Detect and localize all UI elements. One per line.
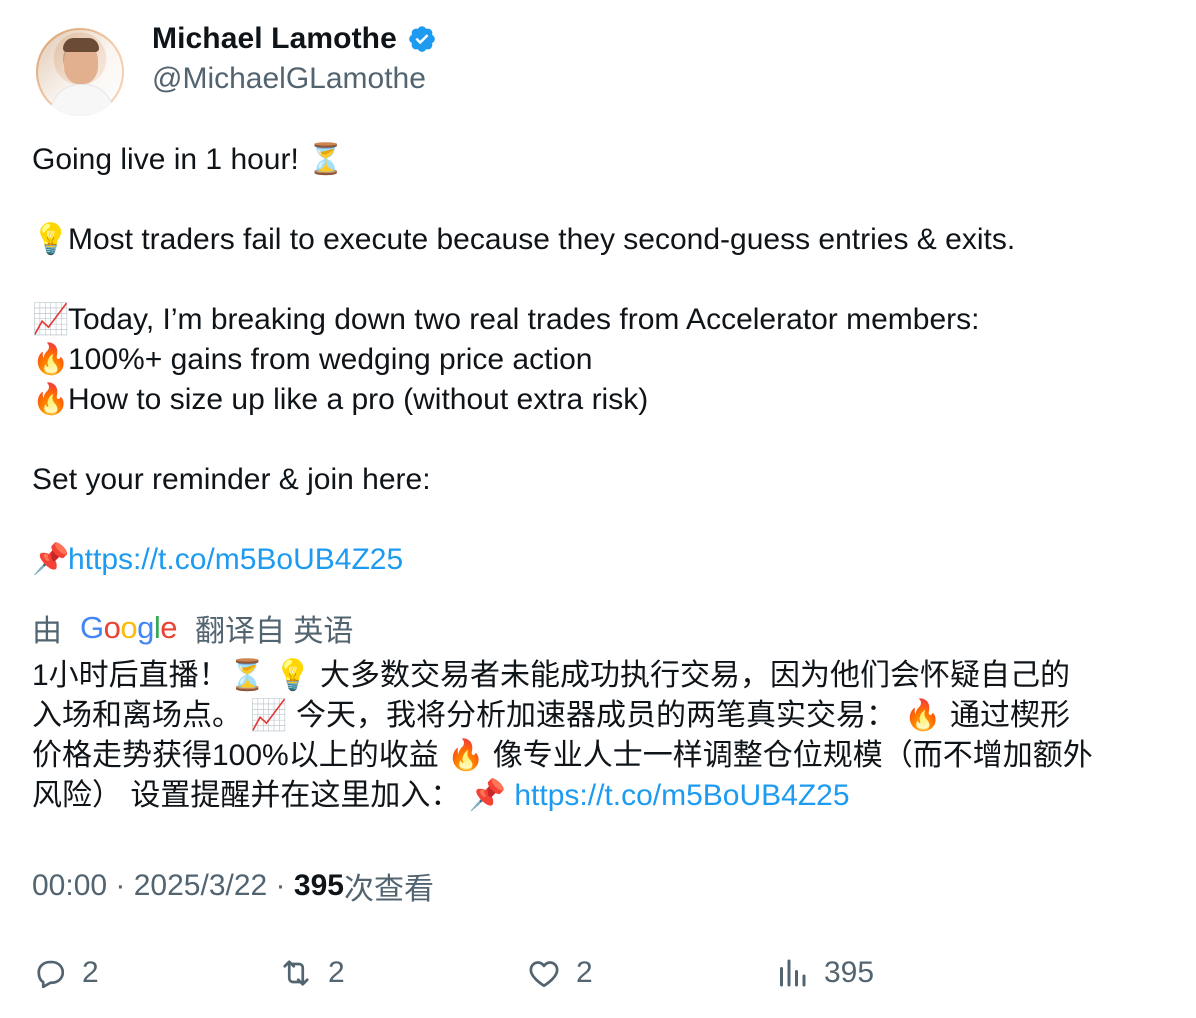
like-icon <box>529 961 559 988</box>
tweet-link[interactable]: https://t.co/m5BoUB4Z25 <box>68 543 403 576</box>
fire-emoji: 🔥 <box>32 343 70 376</box>
like-count: 2 <box>576 956 593 989</box>
translated-text: 1小时后直播！⏳ 💡 大多数交易者未能成功执行交易，因为他们会怀疑自己的 入场和… <box>32 656 1172 816</box>
lightbulb-emoji: 💡 <box>32 223 70 256</box>
retweet-icon <box>283 960 309 986</box>
action-bar: 2 2 2 395 <box>32 948 1172 998</box>
reply-button[interactable]: 2 <box>32 948 99 998</box>
tweet-time[interactable]: 00:00 <box>32 869 107 903</box>
translated-line: 入场和离场点。 📈 今天，我将分析加速器成员的两笔真实交易： 🔥 通过楔形 <box>32 699 1071 732</box>
views-button[interactable]: 395 <box>774 948 874 998</box>
chart-emoji: 📈 <box>32 303 70 336</box>
translated-line: 1小时后直播！⏳ 💡 大多数交易者未能成功执行交易，因为他们会怀疑自己的 <box>32 659 1071 692</box>
translation-suffix: 翻译自 英语 <box>195 615 354 648</box>
retweet-count: 2 <box>328 956 345 989</box>
translation-prefix: 由 <box>32 615 62 648</box>
views-action-count: 395 <box>824 956 875 989</box>
tweet-meta: 00:00 · 2025/3/22 · 395 次查看 <box>32 864 434 908</box>
google-logo: Google <box>80 610 178 645</box>
author-name[interactable]: Michael Lamothe <box>152 22 397 56</box>
avatar[interactable] <box>36 28 124 116</box>
translated-link[interactable]: https://t.co/m5BoUB4Z25 <box>514 779 849 812</box>
pushpin-emoji: 📌 <box>32 543 70 576</box>
translation-attribution: 由 Google 翻译自 英语 <box>32 606 353 650</box>
like-button[interactable]: 2 <box>526 948 593 998</box>
fire-emoji: 🔥 <box>32 383 70 416</box>
reply-icon <box>37 960 65 989</box>
tweet-line: Going live in 1 hour! ⏳ <box>32 143 345 176</box>
tweet-date[interactable]: 2025/3/22 <box>134 869 267 903</box>
tweet-line: 🔥100%+ gains from wedging price action <box>32 340 1172 380</box>
verified-badge-icon <box>407 24 437 54</box>
tweet-link-line: 📌https://t.co/m5BoUB4Z25 <box>32 540 1172 580</box>
views-count: 395 <box>293 869 344 902</box>
tweet-line: 💡Most traders fail to execute because th… <box>32 220 1172 260</box>
translated-line: 价格走势获得100%以上的收益 🔥 像专业人士一样调整仓位规模（而不增加额外 <box>32 739 1093 772</box>
views-icon <box>780 959 806 987</box>
views-label: 次查看 <box>343 873 434 906</box>
tweet-line: 🔥How to size up like a pro (without extr… <box>32 380 1172 420</box>
translated-line: 风险） 设置提醒并在这里加入： 📌 https://t.co/m5BoUB4Z2… <box>32 779 850 812</box>
author-name-row[interactable]: Michael Lamothe <box>152 22 437 56</box>
tweet-line: 📈Today, I’m breaking down two real trade… <box>32 300 1172 340</box>
reply-count: 2 <box>82 956 99 989</box>
tweet-text: Going live in 1 hour! ⏳ 💡Most traders fa… <box>32 140 1172 580</box>
retweet-button[interactable]: 2 <box>278 948 345 998</box>
tweet-line: Set your reminder & join here: <box>32 463 431 496</box>
author-handle[interactable]: @MichaelGLamothe <box>152 62 426 96</box>
